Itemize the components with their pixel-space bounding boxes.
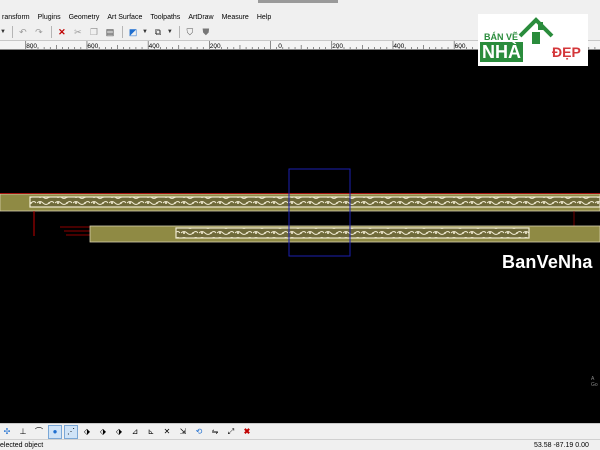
paste-icon[interactable]: ▤ — [103, 25, 117, 39]
toolbar-separator — [121, 26, 123, 38]
logo-main-text: NHÀ — [480, 42, 523, 62]
canvas-edge-label: A Go — [591, 376, 598, 388]
copy-icon[interactable]: ❐ — [87, 25, 101, 39]
upper-panel-ornament — [29, 196, 600, 208]
drawing-canvas[interactable]: BanVeNha A Go — [0, 50, 600, 423]
snap-icon[interactable]: ✣ — [0, 425, 14, 439]
ruler-label: 800 — [26, 43, 37, 50]
transform-b-icon[interactable]: ⬗ — [96, 425, 110, 439]
undo-icon[interactable]: ↶ — [16, 25, 30, 39]
ruler-label: 600 — [87, 43, 98, 50]
ruler-label: 400 — [393, 43, 404, 50]
mirror-icon[interactable]: ⇋ — [208, 425, 222, 439]
menu-plugins[interactable]: Plugins — [34, 12, 65, 24]
point-icon[interactable]: ● — [48, 424, 62, 439]
stretch-icon[interactable]: ⤢ — [224, 425, 238, 439]
toolbar-separator — [50, 26, 52, 38]
ruler-label: 200 — [210, 43, 221, 50]
menu-art-surface[interactable]: Art Surface — [103, 12, 146, 24]
redo-icon[interactable]: ↷ — [32, 25, 46, 39]
extend-icon[interactable]: ⇲ — [176, 425, 190, 439]
logo-accent-text: ĐẸP — [552, 44, 581, 60]
menu-measure[interactable]: Measure — [218, 12, 253, 24]
toolbar-separator — [11, 26, 13, 38]
shield-icon[interactable]: ⛉ — [183, 25, 197, 39]
transform-c-icon[interactable]: ⬗ — [112, 425, 126, 439]
rotate-icon[interactable]: ⟲ — [192, 425, 206, 439]
align-icon[interactable]: ⊿ — [128, 425, 142, 439]
menu-geometry[interactable]: Geometry — [65, 12, 104, 24]
perpendicular-icon[interactable]: ⊥ — [16, 425, 30, 439]
trim-icon[interactable]: ✕ — [160, 425, 174, 439]
cursor-coordinates: 53.58 -87.19 0.00 — [534, 442, 589, 449]
layers-icon[interactable]: ⧉ — [151, 25, 165, 39]
dropdown-arrow-icon[interactable]: ▼ — [0, 29, 6, 35]
node-icon[interactable]: ⋰ — [64, 424, 78, 439]
watermark-logo: BÁN VẼ NHÀ ĐẸP — [478, 14, 588, 66]
measure-icon[interactable]: ⊾ — [144, 425, 158, 439]
menu-artdraw[interactable]: ArtDraw — [184, 12, 217, 24]
ruler-label: 200 — [332, 43, 343, 50]
snap-toolbar: ✣ ⊥ ⌒ ● ⋰ ⬗ ⬗ ⬗ ⊿ ⊾ ✕ ⇲ ⟲ ⇋ ⤢ ✖ — [0, 423, 600, 439]
close-icon[interactable]: ✖ — [240, 425, 254, 439]
ruler-label: 600 — [455, 43, 466, 50]
menu-transform[interactable]: ransform — [0, 12, 34, 24]
status-text: elected object — [0, 442, 44, 449]
delete-icon[interactable]: ✕ — [55, 25, 69, 39]
shield-solid-icon[interactable]: ⛊ — [199, 25, 213, 39]
view-dropdown-icon[interactable]: ▼ — [142, 29, 148, 35]
logo-top-text: BÁN VẼ — [484, 32, 519, 42]
ruler-label: 400 — [149, 43, 160, 50]
menu-help[interactable]: Help — [253, 12, 275, 24]
ruler-label: 0 — [278, 43, 282, 50]
transform-a-icon[interactable]: ⬗ — [80, 425, 94, 439]
layers-dropdown-icon[interactable]: ▼ — [167, 29, 173, 35]
cut-icon[interactable]: ✂ — [71, 25, 85, 39]
window-handle[interactable] — [258, 0, 338, 3]
title-strip — [0, 0, 600, 12]
menu-toolpaths[interactable]: Toolpaths — [146, 12, 184, 24]
tangent-icon[interactable]: ⌒ — [32, 425, 46, 439]
selection-box[interactable] — [288, 168, 351, 257]
status-bar: elected object 53.58 -87.19 0.00 — [0, 439, 600, 450]
watermark-text: BanVeNha — [502, 252, 593, 272]
blue-view-icon[interactable]: ◩ — [126, 25, 140, 39]
lower-panel-ornament — [175, 227, 530, 239]
toolbar-separator — [178, 26, 180, 38]
canvas-graphic — [0, 168, 600, 257]
